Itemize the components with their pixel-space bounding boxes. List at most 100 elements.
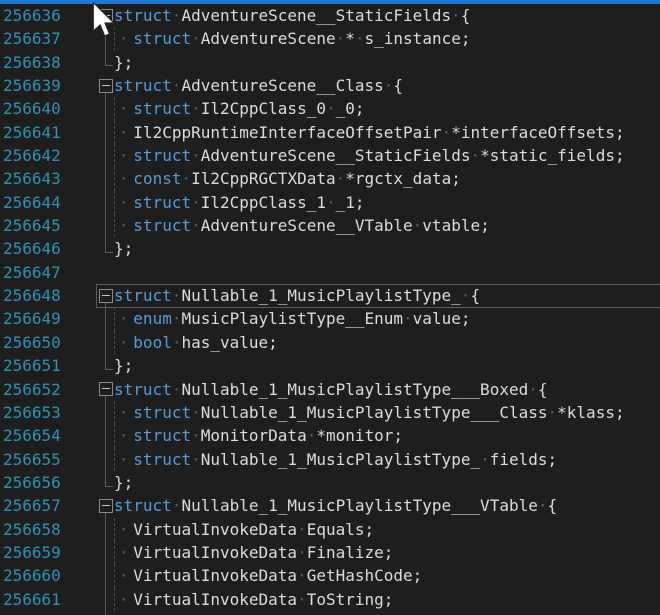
whitespace-dot: · <box>191 29 201 48</box>
code-text: ·bool·has_value; <box>114 331 278 354</box>
code-line[interactable]: 256645·struct·AdventureScene__VTable·vta… <box>0 214 660 237</box>
fold-region-line <box>105 424 106 447</box>
line-number[interactable]: 256645 <box>3 214 61 237</box>
fold-margin <box>99 494 113 517</box>
fold-collapse-button[interactable] <box>99 382 113 396</box>
fold-region-corner <box>105 611 113 615</box>
line-number[interactable]: 256650 <box>3 331 61 354</box>
line-number[interactable]: 256642 <box>3 144 61 167</box>
code-line[interactable]: 256636struct·AdventureScene__StaticField… <box>0 4 660 27</box>
keyword-token: struct <box>133 29 191 48</box>
line-number[interactable]: 256644 <box>3 191 61 214</box>
code-line[interactable]: 256656}; <box>0 471 660 494</box>
code-token: Nullable_1_MusicPlaylistType___VTable <box>181 496 537 515</box>
line-number[interactable]: 256648 <box>3 284 61 307</box>
line-number[interactable]: 256657 <box>3 494 61 517</box>
keyword-token: struct <box>133 146 191 165</box>
code-text: ·struct·AdventureScene·*·s_instance; <box>114 27 470 50</box>
line-number[interactable]: 256639 <box>3 74 61 97</box>
code-token: vtable; <box>422 216 489 235</box>
fold-region-corner <box>105 354 113 370</box>
code-text: ·struct·Nullable_1_MusicPlaylistType___C… <box>114 401 625 424</box>
code-line[interactable]: 256660·VirtualInvokeData·GetHashCode; <box>0 564 660 587</box>
code-line[interactable]: 256643·const·Il2CppRGCTXData·*rgctx_data… <box>0 167 660 190</box>
fold-margin <box>99 448 113 471</box>
code-text: struct·Nullable_1_MusicPlaylistType___VT… <box>114 494 557 517</box>
keyword-token: enum <box>133 309 172 328</box>
indent-whitespace-dot: · <box>114 27 133 50</box>
fold-margin <box>99 471 113 494</box>
code-lines-area[interactable]: 256636struct·AdventureScene__StaticField… <box>0 4 660 615</box>
indent-whitespace-dot: · <box>114 191 133 214</box>
line-number[interactable]: 256649 <box>3 307 61 330</box>
line-number[interactable]: 256653 <box>3 401 61 424</box>
whitespace-dot: · <box>181 169 191 188</box>
code-token: }; <box>114 239 133 258</box>
code-line[interactable]: 256657 struct·Nullable_1_MusicPlaylistTyp… <box>0 494 660 517</box>
fold-collapse-button[interactable] <box>99 289 113 303</box>
code-line[interactable]: 256659·VirtualInvokeData·Finalize; <box>0 541 660 564</box>
keyword-token: struct <box>114 286 172 305</box>
code-token: { <box>461 6 471 25</box>
line-number[interactable]: 256652 <box>3 378 61 401</box>
line-number[interactable]: 256638 <box>3 51 61 74</box>
fold-region-line <box>105 564 106 587</box>
indent-whitespace-dot: · <box>114 518 133 541</box>
code-line[interactable]: 256644·struct·Il2CppClass_1·_1; <box>0 191 660 214</box>
fold-collapse-button[interactable] <box>99 9 113 23</box>
line-number[interactable]: 256643 <box>3 167 61 190</box>
line-number[interactable]: 256637 <box>3 27 61 50</box>
fold-region-line <box>105 191 106 214</box>
code-line[interactable]: 256662}; <box>0 611 660 615</box>
line-number[interactable]: 256658 <box>3 518 61 541</box>
code-line[interactable]: 256661·VirtualInvokeData·ToString; <box>0 588 660 611</box>
line-number[interactable]: 256660 <box>3 564 61 587</box>
fold-margin <box>99 588 113 611</box>
code-line[interactable]: 256654·struct·MonitorData·*monitor; <box>0 424 660 447</box>
line-number[interactable]: 256655 <box>3 448 61 471</box>
code-token: VirtualInvokeData <box>133 520 297 539</box>
fold-margin <box>99 378 113 401</box>
code-token: *interfaceOffsets; <box>451 123 624 142</box>
line-number[interactable]: 256659 <box>3 541 61 564</box>
code-line[interactable]: 256648 struct·Nullable_1_MusicPlaylistTyp… <box>0 284 660 307</box>
fold-margin <box>99 191 113 214</box>
code-line[interactable]: 256638}; <box>0 51 660 74</box>
code-line[interactable]: 256649·enum·MusicPlaylistType__Enum·valu… <box>0 307 660 330</box>
code-line[interactable]: 256655·struct·Nullable_1_MusicPlaylistTy… <box>0 448 660 471</box>
code-line[interactable]: 256650 ·bool·has_value; <box>0 331 660 354</box>
whitespace-dot: · <box>172 380 182 399</box>
fold-collapse-button[interactable] <box>99 499 113 513</box>
code-line[interactable]: 256640·struct·Il2CppClass_0·_0; <box>0 97 660 120</box>
code-line[interactable]: 256653 ·struct·Nullable_1_MusicPlaylistTy… <box>0 401 660 424</box>
code-line[interactable]: 256658·VirtualInvokeData·Equals; <box>0 518 660 541</box>
line-number[interactable]: 256661 <box>3 588 61 611</box>
line-number[interactable]: 256654 <box>3 424 61 447</box>
fold-region-line <box>105 401 106 424</box>
line-number[interactable]: 256647 <box>3 261 61 284</box>
line-number[interactable]: 256656 <box>3 471 61 494</box>
code-line[interactable]: 256641·Il2CppRuntimeInterfaceOffsetPair·… <box>0 121 660 144</box>
fold-margin <box>99 541 113 564</box>
code-text: struct·Nullable_1_MusicPlaylistType_·{ <box>114 284 480 307</box>
code-line[interactable]: 256652struct·Nullable_1_MusicPlaylistTyp… <box>0 378 660 401</box>
code-line[interactable]: 256647 <box>0 261 660 284</box>
line-number[interactable]: 256636 <box>3 4 61 27</box>
line-number[interactable]: 256662 <box>3 611 61 615</box>
code-line[interactable]: 256651}; <box>0 354 660 377</box>
fold-collapse-button[interactable] <box>99 79 113 93</box>
line-number[interactable]: 256646 <box>3 237 61 260</box>
code-line[interactable]: 256646}; <box>0 237 660 260</box>
whitespace-dot: · <box>451 6 461 25</box>
fold-margin <box>99 214 113 237</box>
fold-margin <box>99 354 113 377</box>
line-number[interactable]: 256641 <box>3 121 61 144</box>
code-editor[interactable]: 256636struct·AdventureScene__StaticField… <box>0 0 660 615</box>
code-line[interactable]: 256637 ·struct·AdventureScene·*·s_instanc… <box>0 27 660 50</box>
code-line[interactable]: 256642·struct·AdventureScene__StaticFiel… <box>0 144 660 167</box>
line-number[interactable]: 256640 <box>3 97 61 120</box>
indent-whitespace-dot: · <box>114 331 133 354</box>
line-number[interactable]: 256651 <box>3 354 61 377</box>
code-token: { <box>470 286 480 305</box>
code-line[interactable]: 256639struct·AdventureScene__Class·{ <box>0 74 660 97</box>
